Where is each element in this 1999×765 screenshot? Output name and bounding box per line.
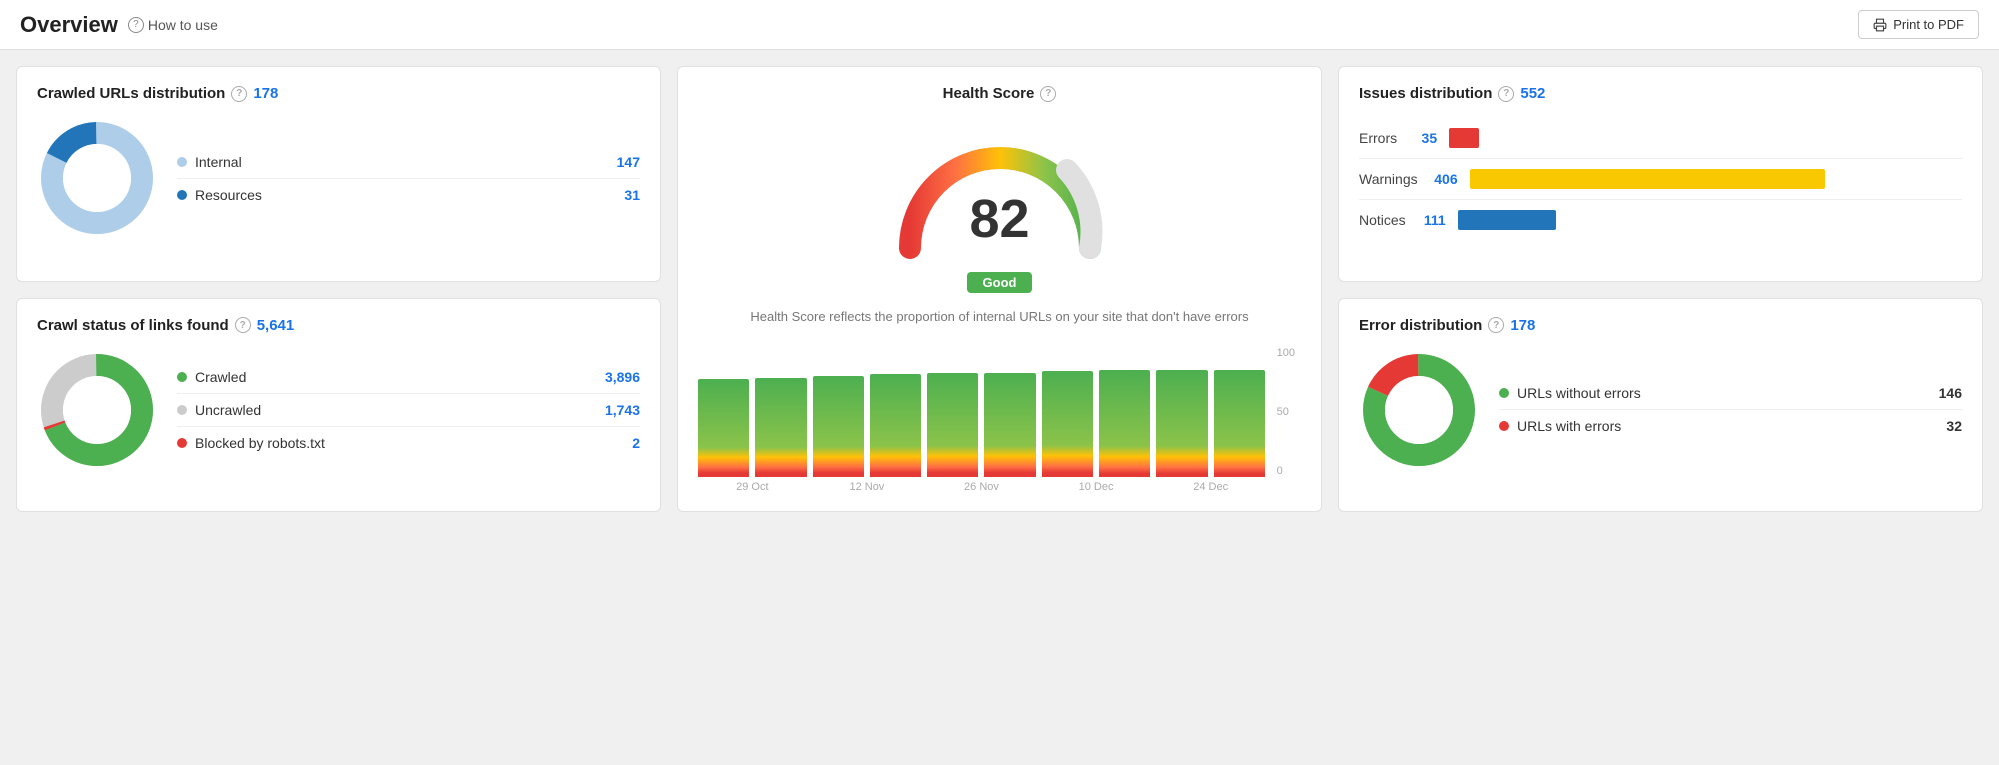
health-bar-chart: 100 50 0 29 Oct 12 Nov 26 Nov 10 Dec 24 … — [698, 347, 1301, 493]
bar-label-1: 12 Nov — [813, 481, 922, 493]
crawled-count: 3,896 — [605, 369, 640, 385]
uncrawled-dot — [177, 405, 187, 415]
bar-col-9 — [1214, 347, 1265, 477]
issues-info-icon[interactable]: ? — [1498, 86, 1514, 102]
blocked-dot — [177, 438, 187, 448]
resources-count: 31 — [624, 187, 640, 203]
crawled-dot — [177, 372, 187, 382]
legend-item-blocked: Blocked by robots.txt 2 — [177, 427, 640, 459]
health-gauge: 82 — [890, 118, 1110, 268]
health-score-card: Health Score ? — [677, 66, 1322, 512]
health-score-title: Health Score ? — [943, 85, 1057, 102]
crawl-status-legend: Crawled 3,896 Uncrawled 1,743 Blocked by… — [177, 361, 640, 459]
crawled-label: Crawled — [195, 369, 246, 385]
bar-label-2: 26 Nov — [927, 481, 1036, 493]
notices-bar — [1458, 210, 1556, 230]
crawl-status-count: 5,641 — [257, 317, 295, 334]
crawl-status-title: Crawl status of links found ? 5,641 — [37, 317, 640, 334]
bar-label-0: 29 Oct — [698, 481, 807, 493]
legend-item-resources: Resources 31 — [177, 179, 640, 211]
legend-item-with-errors: URLs with errors 32 — [1499, 410, 1962, 442]
errors-bar-wrap — [1449, 128, 1950, 148]
crawled-urls-donut-row: Internal 147 Resources 31 — [37, 118, 640, 238]
crawled-urls-count: 178 — [253, 85, 278, 102]
bar-y-labels: 100 50 0 — [1277, 347, 1295, 477]
issues-distribution-title: Issues distribution ? 552 — [1359, 85, 1962, 102]
with-errors-count: 32 — [1946, 418, 1962, 434]
bar-col-6 — [1042, 347, 1093, 477]
uncrawled-count: 1,743 — [605, 402, 640, 418]
no-errors-label: URLs without errors — [1517, 385, 1641, 401]
resources-dot — [177, 190, 187, 200]
issues-list: Errors 35 Warnings 406 Notices 111 — [1359, 118, 1962, 240]
bar-chart-inner: 100 50 0 — [698, 347, 1265, 477]
legend-item-internal: Internal 147 — [177, 146, 640, 179]
legend-item-crawled: Crawled 3,896 — [177, 361, 640, 394]
bar-label-3: 10 Dec — [1042, 481, 1151, 493]
print-to-pdf-button[interactable]: Print to PDF — [1858, 10, 1979, 39]
issues-total: 552 — [1520, 85, 1545, 102]
issues-row-errors: Errors 35 — [1359, 118, 1962, 159]
bar-col-8 — [1156, 347, 1207, 477]
legend-item-uncrawled: Uncrawled 1,743 — [177, 394, 640, 427]
health-score-number: 82 — [969, 188, 1029, 250]
issues-row-notices: Notices 111 — [1359, 200, 1962, 240]
crawl-status-card: Crawl status of links found ? 5,641 Cra — [16, 298, 661, 512]
bar-x-labels: 29 Oct 12 Nov 26 Nov 10 Dec 24 Dec — [698, 481, 1265, 493]
blocked-count: 2 — [632, 435, 640, 451]
crawled-urls-info-icon[interactable]: ? — [231, 86, 247, 102]
error-distribution-title: Error distribution ? 178 — [1359, 317, 1962, 334]
bar-col-0 — [698, 347, 749, 477]
internal-count: 147 — [617, 154, 640, 170]
header-left: Overview ? How to use — [20, 12, 218, 38]
error-dist-count: 178 — [1510, 317, 1535, 334]
page-title: Overview — [20, 12, 118, 38]
crawled-urls-card: Crawled URLs distribution ? 178 Interna — [16, 66, 661, 282]
resources-label: Resources — [195, 187, 262, 203]
issues-distribution-card: Issues distribution ? 552 Errors 35 Warn… — [1338, 66, 1983, 282]
with-errors-label: URLs with errors — [1517, 418, 1621, 434]
blocked-label: Blocked by robots.txt — [195, 435, 325, 451]
issues-row-warnings: Warnings 406 — [1359, 159, 1962, 200]
no-errors-dot — [1499, 388, 1509, 398]
internal-label: Internal — [195, 154, 242, 170]
crawl-status-info-icon[interactable]: ? — [235, 317, 251, 333]
crawl-status-donut — [37, 350, 157, 470]
how-to-use-label: How to use — [148, 17, 218, 33]
bar-col-3 — [870, 347, 921, 477]
internal-dot — [177, 157, 187, 167]
error-distribution-legend: URLs without errors 146 URLs with errors… — [1499, 377, 1962, 442]
print-icon — [1873, 18, 1887, 32]
crawl-status-donut-row: Crawled 3,896 Uncrawled 1,743 Blocked by… — [37, 350, 640, 470]
bar-label-4: 24 Dec — [1156, 481, 1265, 493]
crawled-urls-title: Crawled URLs distribution ? 178 — [37, 85, 640, 102]
error-distribution-card: Error distribution ? 178 URLs without er… — [1338, 298, 1983, 512]
print-label: Print to PDF — [1893, 17, 1964, 32]
crawled-urls-legend: Internal 147 Resources 31 — [177, 146, 640, 211]
no-errors-count: 146 — [1939, 385, 1962, 401]
warnings-bar — [1470, 169, 1825, 189]
bar-col-1 — [755, 347, 806, 477]
errors-bar — [1449, 128, 1479, 148]
crawled-urls-donut — [37, 118, 157, 238]
legend-item-no-errors: URLs without errors 146 — [1499, 377, 1962, 410]
notices-bar-wrap — [1458, 210, 1950, 230]
health-score-info-icon[interactable]: ? — [1040, 86, 1056, 102]
bar-col-4 — [927, 347, 978, 477]
how-to-use-link[interactable]: ? How to use — [128, 17, 218, 33]
page-header: Overview ? How to use Print to PDF — [0, 0, 1999, 50]
dashboard: Crawled URLs distribution ? 178 Interna — [0, 50, 1999, 528]
bar-col-7 — [1099, 347, 1150, 477]
error-dist-info-icon[interactable]: ? — [1488, 317, 1504, 333]
error-distribution-donut — [1359, 350, 1479, 470]
bar-col-2 — [813, 347, 864, 477]
uncrawled-label: Uncrawled — [195, 402, 261, 418]
with-errors-dot — [1499, 421, 1509, 431]
error-distribution-donut-row: URLs without errors 146 URLs with errors… — [1359, 350, 1962, 470]
health-desc: Health Score reflects the proportion of … — [750, 307, 1248, 327]
help-icon: ? — [128, 17, 144, 33]
warnings-bar-wrap — [1470, 169, 1950, 189]
bar-col-5 — [984, 347, 1035, 477]
health-badge: Good — [967, 272, 1033, 293]
